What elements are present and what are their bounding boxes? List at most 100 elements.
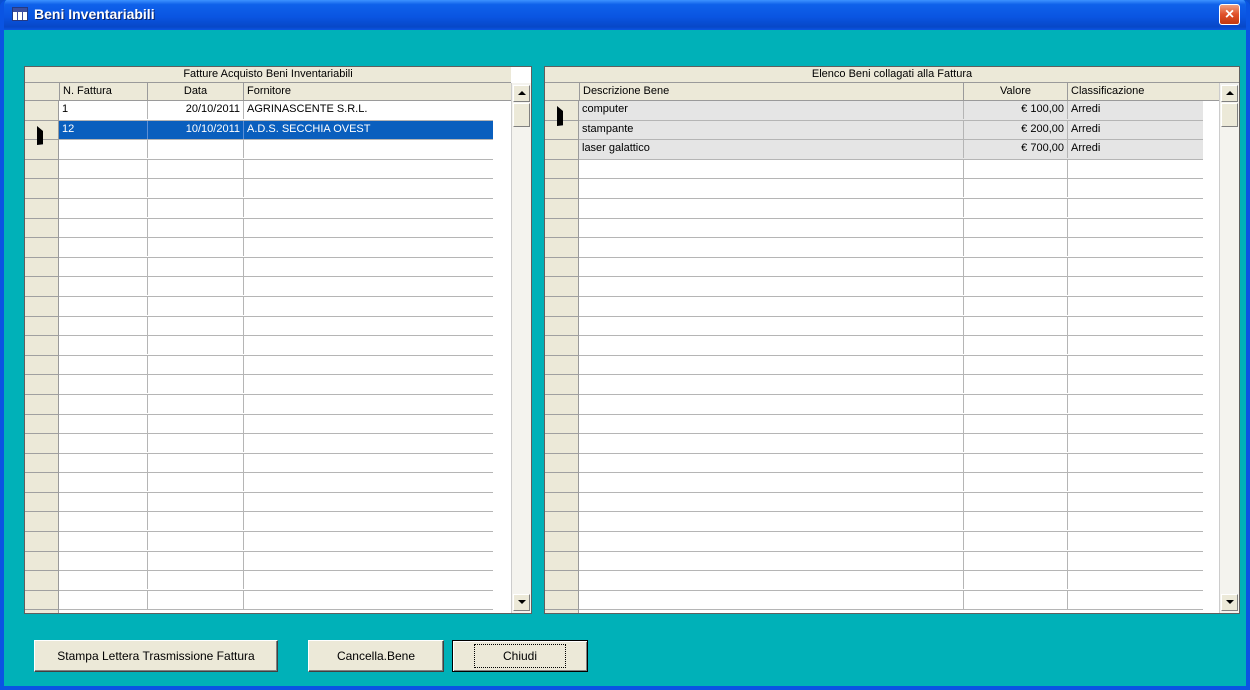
invoice-cell-num[interactable] <box>59 434 147 452</box>
asset-cell-class[interactable] <box>1067 296 1203 315</box>
asset-cell-desc[interactable] <box>579 591 963 609</box>
invoice-row[interactable] <box>59 590 493 611</box>
invoice-cell-date[interactable] <box>147 218 243 237</box>
invoice-cell-supplier[interactable] <box>243 434 493 453</box>
invoice-cell-supplier[interactable] <box>243 375 493 394</box>
invoice-cell-supplier[interactable] <box>243 159 493 178</box>
invoice-cell-date[interactable] <box>147 257 243 276</box>
invoice-cell-num[interactable] <box>59 199 147 217</box>
asset-cell-class[interactable] <box>1067 316 1203 335</box>
row-selector-cell[interactable] <box>25 454 58 474</box>
row-selector-cell[interactable] <box>545 552 578 572</box>
column-header-num[interactable]: N. Fattura <box>59 83 147 100</box>
asset-cell-class[interactable] <box>1067 590 1203 609</box>
invoice-cell-date[interactable]: 20/10/2011 <box>147 101 243 119</box>
row-selector-cell[interactable] <box>25 512 58 533</box>
invoice-cell-supplier[interactable] <box>243 492 493 511</box>
asset-cell-value[interactable] <box>963 277 1067 296</box>
asset-row[interactable] <box>579 590 1203 611</box>
invoice-cell-num[interactable] <box>59 395 147 413</box>
asset-row[interactable] <box>579 492 1203 513</box>
asset-cell-desc[interactable] <box>579 160 963 178</box>
invoice-cell-supplier[interactable] <box>243 453 493 472</box>
row-selector-cell[interactable] <box>25 434 58 454</box>
asset-cell-value[interactable] <box>963 492 1067 511</box>
asset-cell-class[interactable] <box>1067 434 1203 453</box>
invoice-row[interactable]: 1 20/10/2011 AGRINASCENTE S.R.L. <box>59 101 493 121</box>
asset-cell-value[interactable] <box>963 473 1067 492</box>
asset-cell-value[interactable] <box>963 336 1067 355</box>
asset-cell-value[interactable] <box>963 512 1067 531</box>
invoice-row[interactable] <box>59 179 493 199</box>
invoice-cell-date[interactable] <box>147 434 243 453</box>
invoice-cell-num[interactable]: 1 <box>59 101 147 119</box>
row-selector-cell[interactable] <box>545 375 578 395</box>
asset-cell-desc[interactable] <box>579 434 963 452</box>
invoice-row[interactable] <box>59 571 493 591</box>
asset-cell-value[interactable] <box>963 532 1067 551</box>
invoice-cell-supplier[interactable] <box>243 355 493 374</box>
asset-cell-class[interactable] <box>1067 257 1203 276</box>
asset-cell-class[interactable] <box>1067 473 1203 492</box>
invoice-cell-num[interactable] <box>59 493 147 511</box>
invoice-cell-num[interactable] <box>59 415 147 433</box>
asset-cell-class[interactable] <box>1067 238 1203 257</box>
asset-cell-value[interactable] <box>963 414 1067 433</box>
invoice-cell-num[interactable] <box>59 140 147 158</box>
invoice-cell-date[interactable] <box>147 551 243 570</box>
asset-cell-class[interactable] <box>1067 414 1203 433</box>
invoice-row[interactable] <box>59 551 493 572</box>
asset-cell-desc[interactable] <box>579 512 963 530</box>
row-selector-cell[interactable] <box>25 121 58 146</box>
asset-row[interactable] <box>579 218 1203 239</box>
asset-row[interactable]: computer € 100,00 Arredi <box>579 101 1203 121</box>
asset-cell-desc[interactable] <box>579 552 963 570</box>
scroll-down-button[interactable] <box>513 594 530 611</box>
column-header-value[interactable]: Valore <box>963 83 1067 100</box>
asset-cell-desc[interactable] <box>579 532 963 550</box>
invoice-row[interactable] <box>59 355 493 376</box>
invoice-cell-supplier[interactable] <box>243 512 493 531</box>
asset-cell-value[interactable] <box>963 571 1067 590</box>
invoice-cell-num[interactable] <box>59 317 147 335</box>
asset-row[interactable] <box>579 159 1203 180</box>
invoice-cell-num[interactable] <box>59 336 147 354</box>
asset-cell-value[interactable] <box>963 238 1067 257</box>
row-selector-cell[interactable] <box>545 219 578 239</box>
column-header-supplier[interactable]: Fornitore <box>243 83 493 100</box>
asset-row[interactable] <box>579 473 1203 493</box>
invoice-row[interactable] <box>59 414 493 435</box>
close-button[interactable]: × <box>1219 4 1240 25</box>
invoice-cell-supplier[interactable] <box>243 238 493 257</box>
invoice-row[interactable] <box>59 336 493 356</box>
print-letter-button[interactable]: Stampa Lettera Trasmissione Fattura <box>34 640 278 672</box>
asset-cell-desc[interactable] <box>579 317 963 335</box>
asset-cell-desc[interactable] <box>579 395 963 413</box>
asset-cell-desc[interactable]: stampante <box>579 121 963 139</box>
row-selector-cell[interactable] <box>545 356 578 376</box>
invoice-cell-date[interactable] <box>147 473 243 492</box>
asset-cell-desc[interactable] <box>579 238 963 256</box>
asset-cell-class[interactable] <box>1067 159 1203 178</box>
asset-cell-class[interactable] <box>1067 336 1203 355</box>
asset-cell-value[interactable]: € 100,00 <box>963 101 1067 119</box>
row-selector-cell[interactable] <box>545 434 578 454</box>
row-selector-cell[interactable] <box>545 160 578 180</box>
column-header-date[interactable]: Data <box>147 83 243 100</box>
invoice-cell-date[interactable] <box>147 394 243 413</box>
asset-cell-class[interactable]: Arredi <box>1067 140 1203 159</box>
invoice-row[interactable] <box>59 159 493 180</box>
invoice-cell-date[interactable] <box>147 512 243 531</box>
invoice-cell-date[interactable] <box>147 159 243 178</box>
asset-cell-desc[interactable] <box>579 297 963 315</box>
asset-row[interactable] <box>579 394 1203 415</box>
invoices-row-selector[interactable] <box>25 101 59 613</box>
asset-cell-value[interactable] <box>963 159 1067 178</box>
invoice-row[interactable] <box>59 198 493 219</box>
scroll-down-button[interactable] <box>1221 594 1238 611</box>
assets-row-selector[interactable] <box>545 101 579 613</box>
assets-vertical-scrollbar[interactable] <box>1219 83 1239 613</box>
asset-cell-value[interactable] <box>963 179 1067 198</box>
row-selector-cell[interactable] <box>545 317 578 337</box>
asset-row[interactable] <box>579 257 1203 278</box>
